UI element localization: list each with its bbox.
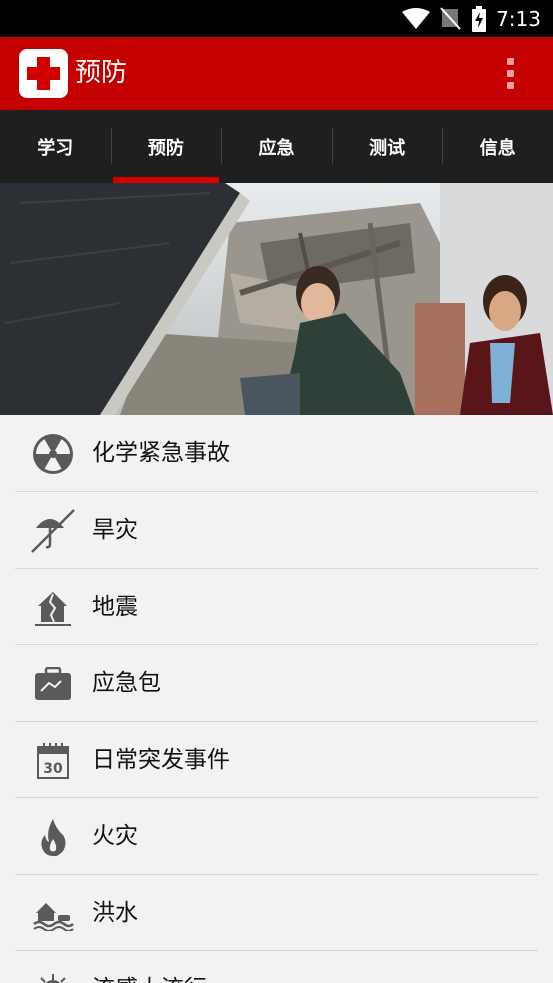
app-title: 预防 <box>75 58 128 88</box>
emergency-kit-icon <box>30 663 76 705</box>
overflow-menu-icon[interactable] <box>501 57 521 91</box>
tab-learn[interactable]: 学习 <box>0 110 111 183</box>
tab-info[interactable]: 信息 <box>442 110 553 183</box>
red-cross-logo-icon <box>19 49 68 98</box>
svg-text:30: 30 <box>43 761 63 777</box>
status-time: 7:13 <box>496 6 541 31</box>
hero-image <box>0 183 553 415</box>
list-item-drought[interactable]: 旱灾 <box>0 492 553 569</box>
list-item-emergency-kit[interactable]: 应急包 <box>0 645 553 722</box>
list-item-label: 日常突发事件 <box>92 746 230 773</box>
list-item-chemical-emergency[interactable]: 化学紧急事故 <box>0 415 553 492</box>
list-item-label: 地震 <box>92 593 138 620</box>
list-item-label: 化学紧急事故 <box>92 440 230 466</box>
list-item-label: 应急包 <box>92 670 161 696</box>
fire-icon <box>30 816 76 858</box>
drought-umbrella-icon <box>30 509 76 553</box>
calendar-30-icon: 30 <box>30 740 76 782</box>
radiation-icon <box>30 433 76 475</box>
list-item-daily-emergencies[interactable]: 30 日常突发事件 <box>0 722 553 798</box>
virus-icon <box>30 969 76 983</box>
list-item-pandemic-flu[interactable]: 流感大流行 <box>0 951 553 983</box>
tab-emergency[interactable]: 应急 <box>221 110 332 183</box>
prevention-topic-list: 化学紧急事故 旱灾 地震 应急包 30 日常突发事件 火灾 洪水 <box>0 415 553 983</box>
tab-test[interactable]: 测试 <box>331 110 443 183</box>
battery-charging-icon <box>472 5 487 32</box>
tab-prevent[interactable]: 预防 <box>110 110 222 183</box>
no-signal-icon <box>440 6 461 30</box>
list-item-label: 洪水 <box>92 899 138 926</box>
list-item-flood[interactable]: 洪水 <box>0 875 553 951</box>
list-item-fire[interactable]: 火灾 <box>0 798 553 875</box>
status-bar: 7:13 <box>0 0 553 37</box>
list-item-label: 流感大流行 <box>92 951 207 983</box>
flood-icon <box>30 893 76 935</box>
list-item-label: 火灾 <box>92 823 138 849</box>
earthquake-house-icon <box>30 587 76 629</box>
wifi-icon <box>402 7 431 29</box>
list-item-label: 旱灾 <box>92 517 138 543</box>
tab-bar: 学习 预防 应急 测试 信息 <box>0 110 553 183</box>
app-bar: 预防 <box>0 37 553 110</box>
list-item-earthquake[interactable]: 地震 <box>0 569 553 645</box>
